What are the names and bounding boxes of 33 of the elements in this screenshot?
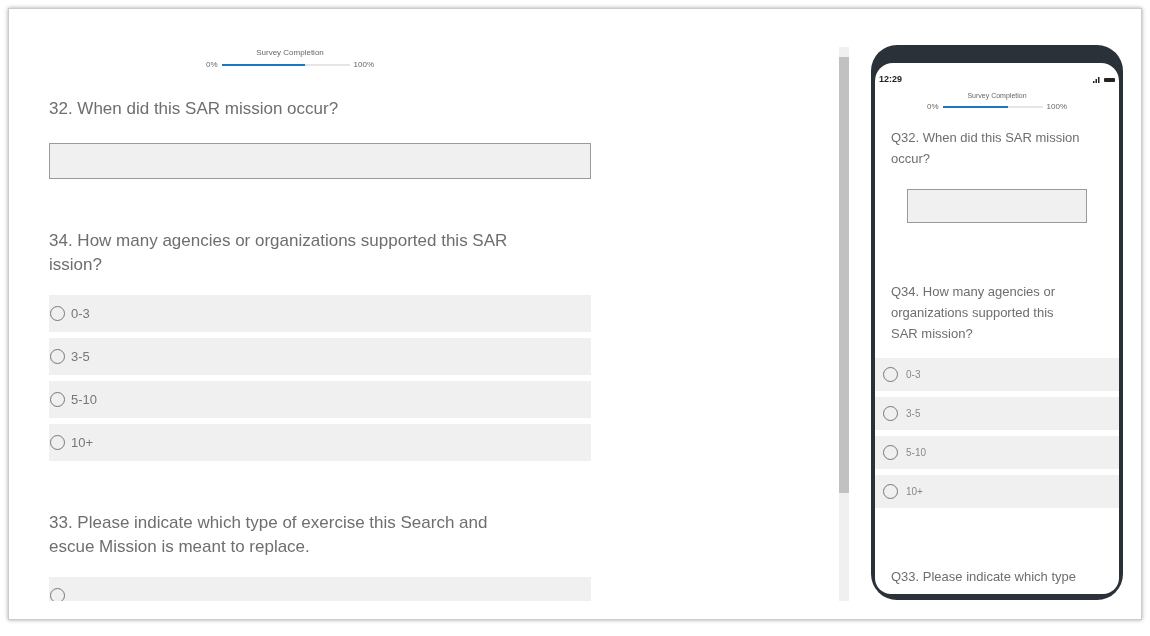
- scrollbar-thumb[interactable]: [839, 57, 849, 493]
- question-text: Q32. When did this SAR mission occur?: [891, 129, 1081, 168]
- answer-option[interactable]: 10+: [875, 475, 1119, 508]
- answer-option[interactable]: 10+: [49, 424, 591, 461]
- answer-option[interactable]: 3-5: [49, 338, 591, 375]
- answer-field[interactable]: [907, 189, 1087, 223]
- option-label: 0-3: [71, 304, 90, 323]
- scrollbar[interactable]: [839, 47, 849, 601]
- status-icons: [1093, 76, 1115, 84]
- option-label: 5-10: [71, 390, 98, 409]
- question-text: Q33. Please indicate which type: [891, 568, 1077, 586]
- answer-option[interactable]: 5-10: [49, 381, 591, 418]
- answer-option[interactable]: 5-10: [875, 436, 1119, 469]
- answer-option[interactable]: 0-3: [49, 295, 591, 332]
- answer-option[interactable]: 3-5: [875, 397, 1119, 430]
- progress-end: 100%: [353, 59, 374, 71]
- option-label: 0-3: [906, 368, 921, 382]
- answer-field[interactable]: [49, 143, 591, 179]
- question-text: 34. How many agencies or organizations supported this SAR ission?: [49, 230, 509, 276]
- option-label: 3-5: [906, 407, 921, 421]
- question-text: 32. When did this SAR mission occur?: [49, 98, 340, 120]
- status-time: 12:29: [879, 73, 903, 86]
- answer-option[interactable]: 0-3: [875, 358, 1119, 391]
- option-label: 10+: [71, 433, 94, 452]
- question-text: 33. Please indicate which type of exercise this Search and escue Mission is meant to replace.: [49, 512, 489, 558]
- progress-label: Survey Completion: [256, 47, 324, 59]
- option-label: 3-5: [71, 347, 90, 366]
- progress-end: 100%: [1046, 101, 1067, 113]
- option-label: 10+: [906, 485, 923, 499]
- progress-start: 0%: [206, 59, 218, 71]
- progress-start: 0%: [927, 101, 939, 113]
- option-label: 5-10: [906, 446, 926, 460]
- question-text: Q34. How many agencies or organizations supported this SAR mission?: [891, 283, 1057, 343]
